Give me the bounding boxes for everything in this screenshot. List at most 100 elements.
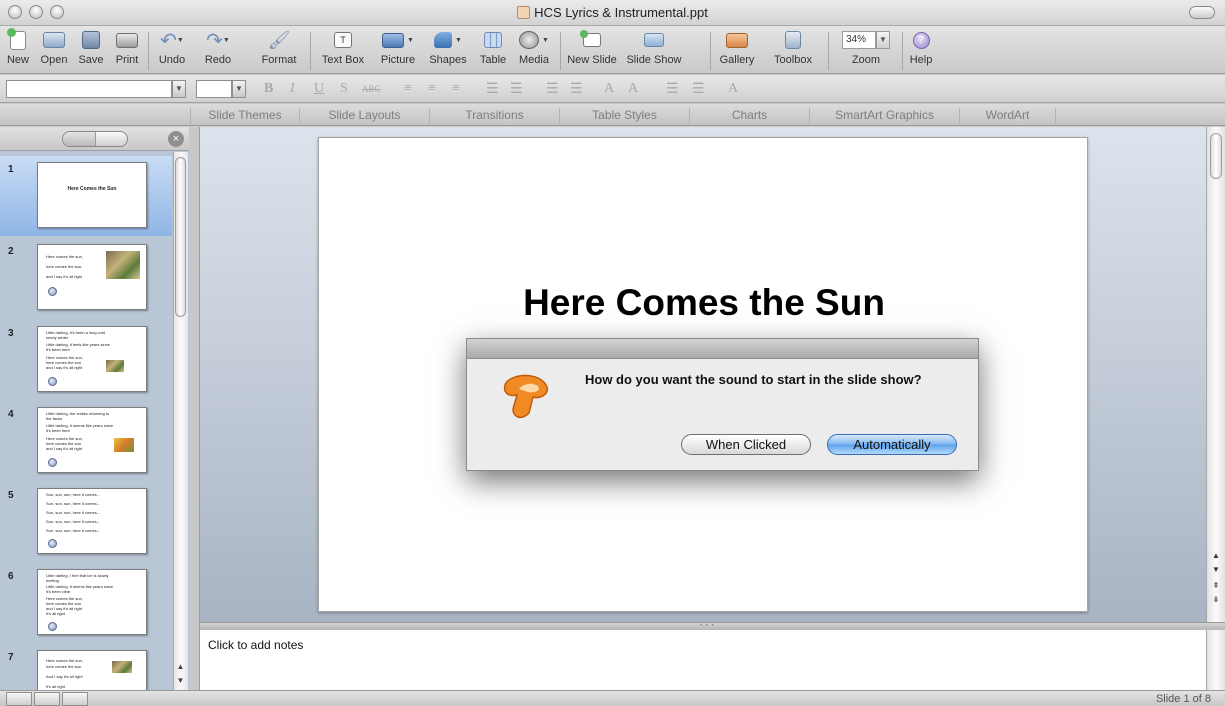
- media-label: Media: [519, 54, 549, 66]
- scroll-up-icon[interactable]: ▲: [1207, 551, 1225, 560]
- scroll-up-icon[interactable]: ▲: [174, 660, 187, 674]
- align-center-icon[interactable]: ≡: [428, 81, 436, 97]
- picture-button[interactable]: ▼ Picture: [374, 28, 422, 66]
- slide-thumbnail-1[interactable]: 1 Here Comes the Sun .: [0, 156, 172, 236]
- slide-thumbnail-6[interactable]: 6 Little darling, I feel that ice is slo…: [0, 563, 172, 643]
- thumbnail-preview: Little darling, I feel that ice is slowl…: [37, 569, 147, 635]
- font-size-dropdown[interactable]: ▼: [232, 80, 246, 98]
- close-pane-icon[interactable]: ×: [168, 131, 184, 147]
- undo-button[interactable]: ↶ ▼ Undo: [150, 28, 194, 67]
- font-name-field[interactable]: [6, 80, 172, 98]
- align-right-icon[interactable]: ≡: [452, 81, 460, 97]
- sound-icon: [48, 377, 57, 386]
- tab-table-styles[interactable]: Table Styles: [560, 108, 690, 124]
- line-spacing-icon[interactable]: ☰: [546, 81, 559, 98]
- media-button[interactable]: ▼ Media: [512, 28, 556, 66]
- decrease-indent-icon[interactable]: ☰: [666, 81, 679, 98]
- thumbnail-text: It's all right: [46, 684, 65, 689]
- notes-scrollbar[interactable]: [1206, 630, 1225, 690]
- text-box-button[interactable]: T Text Box: [314, 28, 372, 66]
- scroll-thumb[interactable]: [1210, 133, 1222, 179]
- pane-scroll-arrows[interactable]: ▲ ▼: [174, 660, 187, 690]
- tab-slide-themes[interactable]: Slide Themes: [190, 108, 300, 124]
- font-name-dropdown[interactable]: ▼: [172, 80, 186, 98]
- bold-icon[interactable]: B: [264, 81, 273, 97]
- new-slide-button[interactable]: New Slide: [562, 28, 622, 66]
- slide-thumbnail-7[interactable]: 7 Here comes the sun, here comes the sun…: [0, 644, 172, 690]
- tab-charts[interactable]: Charts: [690, 108, 810, 124]
- scroll-down-icon[interactable]: ▼: [1207, 565, 1225, 574]
- text-box-label: Text Box: [321, 54, 365, 66]
- slide-thumbnail-5[interactable]: 5 Sun, sun, sun, here it comes... Sun, s…: [0, 482, 172, 562]
- slide-show-label: Slide Show: [626, 54, 682, 66]
- thumbnail-photo: [106, 251, 140, 279]
- numbering-icon[interactable]: ☰: [510, 81, 523, 98]
- zoom-value-field[interactable]: 34%: [842, 31, 876, 49]
- zoom-control[interactable]: 34% ▼ Zoom: [836, 28, 896, 66]
- pane-scroll-thumb[interactable]: [175, 157, 186, 317]
- slide-thumbnail-2[interactable]: 2 Here comes the sun, here comes the sun…: [0, 238, 172, 318]
- window-title-text: HCS Lyrics & Instrumental.ppt: [534, 5, 708, 20]
- document-icon: [517, 6, 531, 19]
- chevron-down-icon: ▼: [222, 36, 230, 44]
- strikethrough-icon[interactable]: ABC: [362, 84, 381, 94]
- open-button[interactable]: Open: [36, 28, 72, 66]
- font-color-icon[interactable]: A: [728, 81, 738, 97]
- slide-number: 4: [8, 409, 14, 420]
- redo-button[interactable]: ↷ ▼ Redo: [196, 28, 240, 67]
- slide-thumbnail-4[interactable]: 4 Little darling, the smiles returning t…: [0, 401, 172, 481]
- gallery-button[interactable]: Gallery: [712, 28, 762, 66]
- normal-view-button[interactable]: [6, 692, 32, 706]
- notes-pane[interactable]: Click to add notes: [200, 630, 1206, 690]
- format-button[interactable]: 🖌 Format: [254, 28, 304, 67]
- resize-handle-icon[interactable]: • • •: [700, 623, 715, 629]
- previous-slide-icon[interactable]: ⇞: [1207, 581, 1225, 590]
- font-size-field[interactable]: [196, 80, 232, 98]
- tab-transitions[interactable]: Transitions: [430, 108, 560, 124]
- slide-show-view-button[interactable]: [62, 692, 88, 706]
- save-disk-icon: [82, 31, 100, 49]
- slide-thumbnail-3[interactable]: 3 Little darling, it's been a long cold …: [0, 320, 172, 400]
- bullets-icon[interactable]: ☰: [486, 81, 499, 98]
- toolbox-button[interactable]: Toolbox: [766, 28, 820, 66]
- new-button[interactable]: New: [2, 27, 34, 66]
- automatically-button[interactable]: Automatically: [827, 434, 957, 455]
- when-clicked-button[interactable]: When Clicked: [681, 434, 811, 455]
- tab-slide-layouts[interactable]: Slide Layouts: [300, 108, 430, 124]
- toolbar-toggle-button[interactable]: [1189, 6, 1215, 19]
- vertical-scrollbar[interactable]: ▲ ▼ ⇞ ⇟: [1206, 127, 1225, 622]
- notes-placeholder[interactable]: Click to add notes: [208, 638, 303, 652]
- italic-icon[interactable]: I: [290, 81, 295, 97]
- slide-show-button[interactable]: Slide Show: [624, 28, 684, 66]
- gallery-label: Gallery: [719, 54, 755, 66]
- view-toggle[interactable]: [62, 131, 128, 147]
- picture-icon: [382, 32, 405, 48]
- shapes-button[interactable]: ▼ Shapes: [424, 28, 472, 66]
- increase-font-icon[interactable]: A: [604, 81, 614, 97]
- print-label: Print: [115, 54, 139, 66]
- align-left-icon[interactable]: ≡: [404, 81, 412, 97]
- paragraph-spacing-icon[interactable]: ☰: [570, 81, 583, 98]
- shadow-icon[interactable]: S: [340, 81, 348, 97]
- scroll-down-icon[interactable]: ▼: [174, 674, 187, 688]
- open-folder-icon: [43, 32, 65, 48]
- slide-title[interactable]: Here Comes the Sun: [319, 282, 1089, 324]
- slide-sorter-view-button[interactable]: [34, 692, 60, 706]
- chevron-down-icon[interactable]: ▼: [876, 31, 890, 49]
- increase-indent-icon[interactable]: ☰: [692, 81, 705, 98]
- thumbnail-text: Sun, sun, sun, here it comes...: [46, 510, 101, 515]
- underline-icon[interactable]: U: [314, 81, 324, 97]
- tab-wordart[interactable]: WordArt: [960, 108, 1056, 124]
- pane-splitter[interactable]: [189, 127, 200, 690]
- save-button[interactable]: Save: [74, 28, 108, 66]
- thumbnail-text: Here Comes the Sun: [67, 186, 117, 192]
- toolbar-separator: [902, 32, 903, 70]
- tab-smartart-graphics[interactable]: SmartArt Graphics: [810, 108, 960, 124]
- next-slide-icon[interactable]: ⇟: [1207, 595, 1225, 604]
- help-button[interactable]: ? Help: [904, 28, 938, 66]
- table-button[interactable]: Table: [474, 28, 512, 66]
- slides-view-button[interactable]: [63, 132, 96, 146]
- thumbnail-text: Sun, sun, sun, here it comes...: [46, 528, 101, 533]
- print-button[interactable]: Print: [110, 28, 144, 66]
- decrease-font-icon[interactable]: A: [628, 81, 638, 97]
